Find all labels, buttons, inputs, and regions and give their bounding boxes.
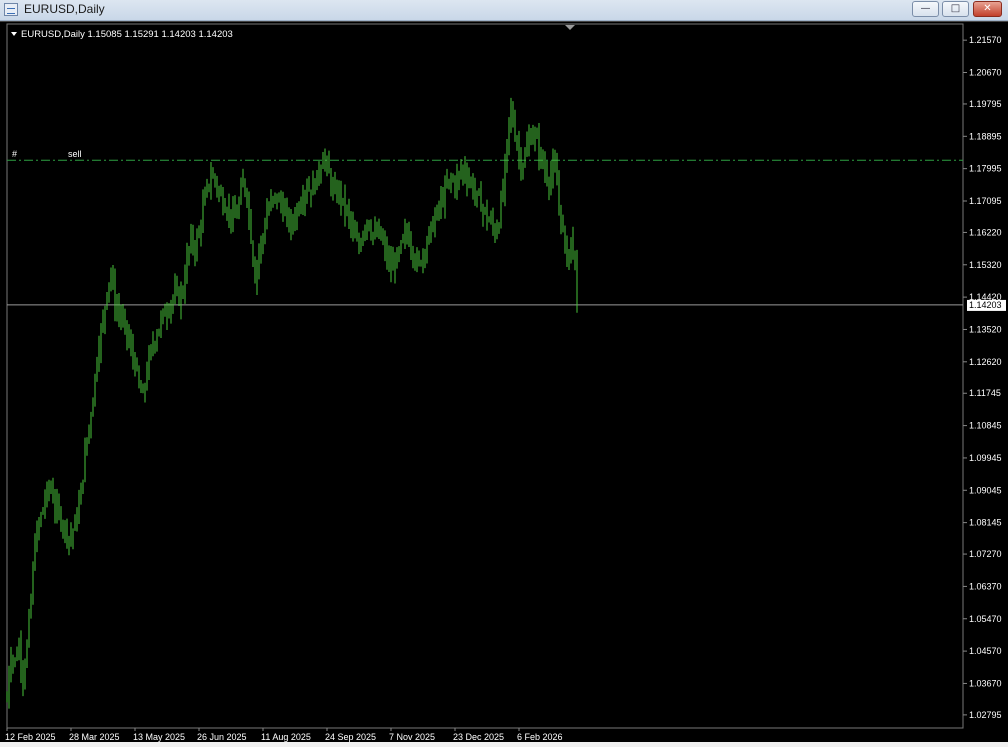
- window-titlebar[interactable]: EURUSD,Daily — □ ✕: [0, 0, 1008, 21]
- y-tick-label: 1.04570: [969, 646, 1002, 656]
- y-tick-label: 1.15320: [969, 260, 1002, 270]
- y-tick-label: 1.09045: [969, 485, 1002, 495]
- minimize-button[interactable]: —: [912, 1, 939, 17]
- y-tick-label: 1.09945: [969, 453, 1002, 463]
- chart-window-icon: [4, 3, 18, 16]
- close-button[interactable]: ✕: [973, 1, 1002, 17]
- plot-border: [6, 23, 964, 729]
- order-ticket-prefix: #: [12, 149, 17, 159]
- y-tick-label: 1.12620: [969, 357, 1002, 367]
- chart-shift-marker[interactable]: [565, 25, 575, 30]
- time-axis[interactable]: 12 Feb 2025 28 Mar 2025 13 May 2025 26 Jun …: [5, 728, 563, 742]
- price-axis[interactable]: 1.21570 1.20670 1.19795 1.18895 1.17995 1.170…: [963, 35, 1002, 720]
- y-tick-label: 1.17095: [969, 196, 1002, 206]
- y-tick-label: 1.11745: [969, 388, 1001, 398]
- price-chart[interactable]: EURUSD,Daily 1.15085 1.15291 1.14203 1.1…: [0, 22, 1008, 742]
- chart-area[interactable]: EURUSD,Daily 1.15085 1.15291 1.14203 1.1…: [0, 21, 1008, 742]
- symbol-dropdown-icon[interactable]: [11, 32, 17, 36]
- y-tick-label: 1.18895: [969, 131, 1002, 141]
- window-title: EURUSD,Daily: [24, 2, 105, 16]
- ohlc-bars: [6, 97, 578, 709]
- y-tick-label: 1.03670: [969, 678, 1002, 688]
- y-tick-label: 1.17995: [969, 164, 1002, 174]
- y-tick-label: 1.20670: [969, 68, 1002, 78]
- current-price-label: 1.14203: [969, 300, 1002, 310]
- y-tick-label: 1.16220: [969, 227, 1002, 237]
- maximize-button[interactable]: □: [942, 1, 969, 17]
- y-tick-label: 1.02795: [969, 710, 1002, 720]
- y-tick-label: 1.07270: [969, 549, 1002, 559]
- y-tick-label: 1.13520: [969, 324, 1002, 334]
- y-tick-label: 1.06370: [969, 581, 1002, 591]
- y-tick-label: 1.19795: [969, 99, 1002, 109]
- y-tick-label: 1.08145: [969, 518, 1002, 528]
- order-type-label: sell: [68, 149, 82, 159]
- y-tick-label: 1.10845: [969, 421, 1002, 431]
- chart-header: EURUSD,Daily 1.15085 1.15291 1.14203 1.1…: [21, 29, 233, 40]
- y-tick-label: 1.05470: [969, 614, 1002, 624]
- y-tick-label: 1.21570: [969, 35, 1002, 45]
